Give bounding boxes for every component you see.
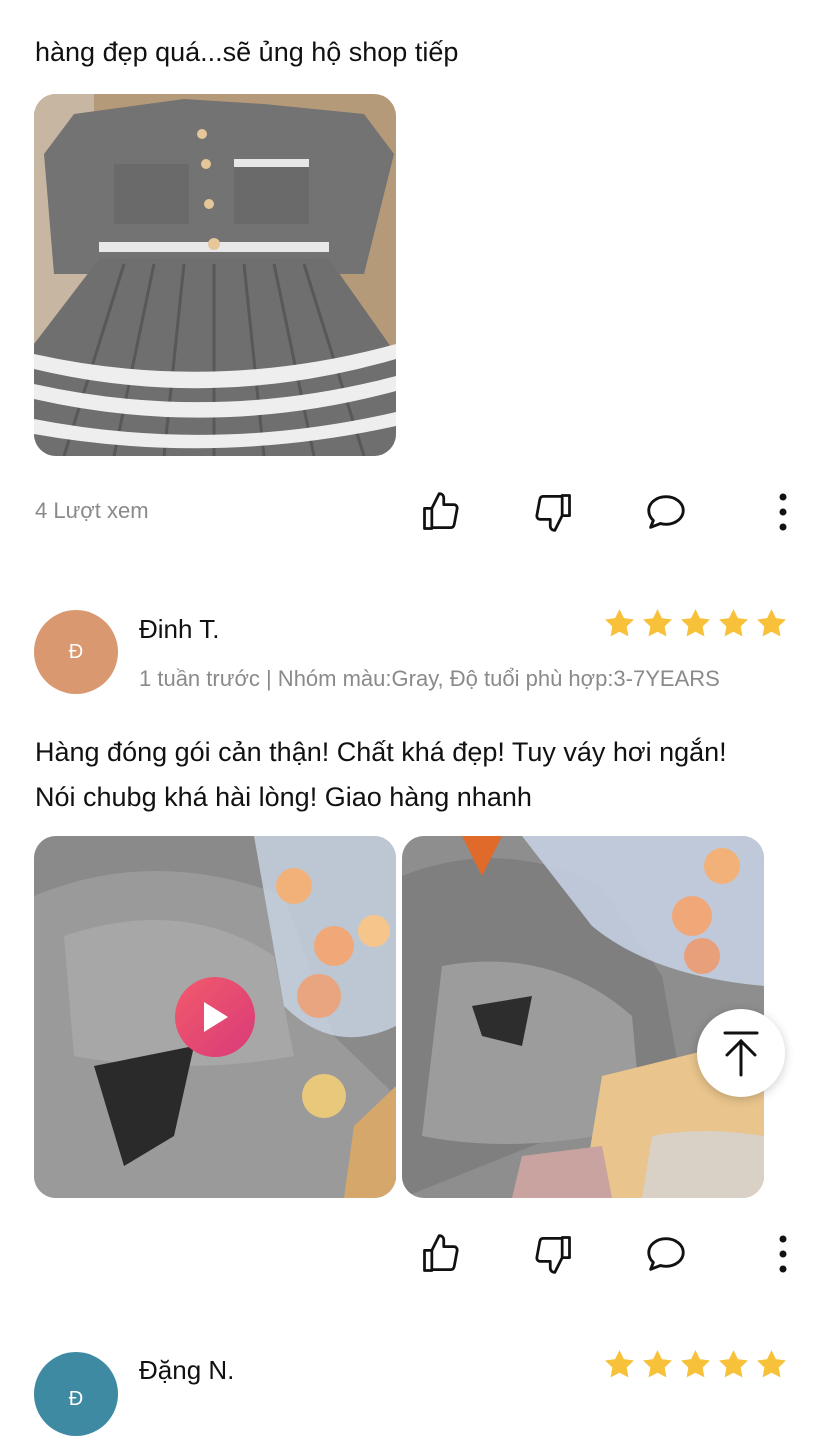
thumbs-down-icon[interactable] [523, 482, 583, 542]
star-icon [605, 609, 634, 637]
star-icon [643, 609, 672, 637]
review-meta: 1 tuần trước | Nhóm màu:Gray, Độ tuổi ph… [139, 666, 720, 691]
star-icon [719, 1350, 748, 1378]
review-text-line: Hàng đóng gói cản thận! Chất khá đẹp! Tu… [35, 737, 727, 767]
review-photo[interactable] [34, 94, 396, 456]
avatar: Đ [34, 1352, 118, 1436]
avatar-letter: Đ [68, 1387, 84, 1410]
rating-stars [603, 1348, 788, 1381]
star-icon [757, 609, 786, 637]
star-icon [719, 609, 748, 637]
thumbs-up-icon[interactable] [411, 482, 471, 542]
view-count: 4 Lượt xem [35, 498, 149, 523]
more-vertical-icon[interactable] [753, 1224, 813, 1284]
scroll-to-top-button[interactable] [697, 1009, 785, 1097]
comment-icon[interactable] [636, 1224, 696, 1284]
star-icon [757, 1350, 786, 1378]
review-text-line: Nói chubg khá hài lòng! Giao hàng nhanh [35, 782, 532, 812]
thumbs-down-icon[interactable] [523, 1224, 583, 1284]
review-video-thumbnail[interactable] [34, 836, 396, 1198]
review-text: hàng đẹp quá...sẽ ủng hộ shop tiếp [35, 37, 459, 67]
star-icon [681, 1350, 710, 1378]
avatar-letter: Đ [68, 640, 84, 663]
star-icon [643, 1350, 672, 1378]
star-icon [681, 609, 710, 637]
review-photo[interactable] [402, 836, 764, 1198]
reviewer-name: Đinh T. [139, 614, 220, 644]
more-vertical-icon[interactable] [753, 482, 813, 542]
reviewer-name: Đặng N. [139, 1355, 235, 1385]
thumbs-up-icon[interactable] [411, 1224, 471, 1284]
play-icon[interactable] [175, 977, 255, 1057]
avatar: Đ [34, 610, 118, 694]
comment-icon[interactable] [636, 482, 696, 542]
star-icon [605, 1350, 634, 1378]
rating-stars [603, 607, 788, 640]
